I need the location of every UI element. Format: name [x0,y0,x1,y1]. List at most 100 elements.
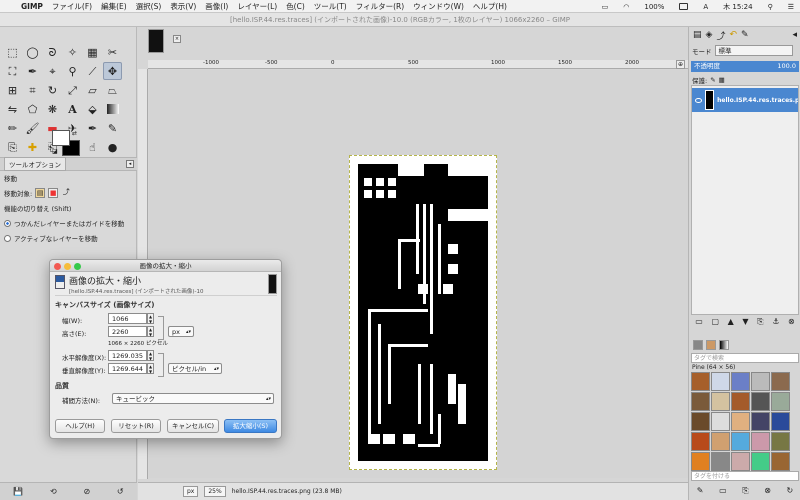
menu-help[interactable]: ヘルプ(H) [473,1,507,12]
scissors-icon[interactable]: ✂ [103,43,122,61]
eye-icon[interactable] [695,97,702,103]
layer-item[interactable]: hello.ISP.44.res.traces.pn [692,88,798,112]
clone-icon[interactable]: ⎘ [3,138,22,156]
radio-active-layer[interactable]: アクティブなレイヤーを移動 [4,233,124,243]
search-icon[interactable]: ⚲ [768,3,773,11]
radio-active-layer-dot[interactable] [4,234,11,242]
foreground-select-icon[interactable]: ⛶ [3,62,22,80]
scale-icon[interactable]: ⤢ [63,81,82,99]
menu-tools[interactable]: ツール(T) [314,1,347,12]
new-group-icon[interactable]: ▢ [711,317,719,331]
cancel-button[interactable]: キャンセル(C) [167,419,219,433]
menu-select[interactable]: 選択(S) [136,1,162,12]
ellipse-select-icon[interactable]: ◯ [23,43,42,61]
image-canvas[interactable] [349,155,497,470]
new-pattern-icon[interactable]: ▭ [719,486,727,500]
pattern-item[interactable] [751,372,770,391]
pattern-item[interactable] [711,432,730,451]
perspective-icon[interactable]: ⏢ [103,81,122,99]
rect-select-icon[interactable]: ⬚ [3,43,22,61]
menu-view[interactable]: 表示(V) [170,1,196,12]
refresh-pattern-icon[interactable]: ↻ [786,486,793,500]
menu-edit[interactable]: 編集(E) [101,1,127,12]
tab-tool-options[interactable]: ツールオプション [4,157,66,171]
pattern-item[interactable] [731,372,750,391]
lower-layer-icon[interactable]: ▼ [742,317,748,331]
delete-pattern-icon[interactable]: ⊗ [764,486,771,500]
color-select-icon[interactable]: ▦ [83,43,102,61]
pattern-item[interactable] [711,412,730,431]
pattern-item[interactable] [691,412,710,431]
zoom-select[interactable]: 25% [204,486,226,497]
pattern-item[interactable] [711,452,730,471]
zoom-fit-icon[interactable]: ⊕ [676,60,685,69]
zoom-window-button[interactable] [74,263,81,270]
pencil-icon[interactable]: ✏ [3,119,22,137]
minimize-window-button[interactable] [64,263,71,270]
layer-name[interactable]: hello.ISP.44.res.traces.pn [717,97,798,104]
color-picker-icon[interactable]: ⌖ [43,62,62,80]
brushes-tab-icon[interactable] [693,340,703,350]
brush-tab-icon[interactable]: ✎ [741,30,749,40]
input-mode-indicator[interactable]: A [703,3,708,11]
edit-pattern-icon[interactable]: ✎ [697,486,704,500]
pattern-item[interactable] [711,392,730,411]
yres-stepper[interactable]: ▲ ▼ [147,363,154,374]
width-field[interactable]: 1066 [108,313,147,324]
dock-menu-icon[interactable]: ◂ [792,30,797,40]
rotate-icon[interactable]: ↻ [43,81,62,99]
width-stepper[interactable]: ▲ ▼ [147,313,154,324]
app-menu[interactable]: GIMP [21,2,43,11]
dodge-burn-icon[interactable]: ● [103,138,122,156]
interpolation-select[interactable]: キュービック ▴▾ [112,393,274,404]
ink-icon[interactable]: ✒ [83,119,102,137]
selection-target-icon[interactable]: ■ [48,188,59,198]
pattern-item[interactable] [771,372,790,391]
crop-icon[interactable]: ⌗ [23,81,42,99]
pattern-item[interactable] [711,372,730,391]
pattern-item[interactable] [731,432,750,451]
pattern-item[interactable] [751,432,770,451]
new-layer-icon[interactable]: ▭ [695,317,703,331]
heal-icon[interactable]: ✚ [23,138,42,156]
zoom-icon[interactable]: ⚲ [63,62,82,80]
opacity-value[interactable]: 100.0 [777,61,796,72]
layers-tab-icon[interactable]: ▤ [693,30,702,40]
scale-button[interactable]: 拡大縮小(S) [224,419,277,433]
screen-icon[interactable]: ▭ [602,3,609,11]
menu-list-icon[interactable]: ☰ [788,3,794,11]
flip-icon[interactable]: ⇋ [3,100,22,118]
paintbrush-icon[interactable]: 🖌 [23,119,42,137]
pattern-item[interactable] [691,372,710,391]
bucket-fill-icon[interactable]: ⬙ [83,100,102,118]
fuzzy-select-icon[interactable]: ✧ [63,43,82,61]
mode-select[interactable]: 標準 [714,45,793,56]
warp-icon[interactable]: ❋ [43,100,62,118]
reset-options-icon[interactable]: ↺ [117,487,124,496]
tag-filter-input[interactable]: タグで検索 [691,353,799,363]
cage-icon[interactable]: ⬠ [23,100,42,118]
foreground-color-swatch[interactable] [52,130,70,146]
pattern-item[interactable] [691,432,710,451]
lock-alpha-icon[interactable]: ▦ [719,76,725,84]
menu-filters[interactable]: フィルター(R) [356,1,404,12]
height-stepper[interactable]: ▲ ▼ [147,326,154,337]
wifi-icon[interactable]: ◠ [623,3,629,11]
smudge-icon[interactable]: ☝ [83,138,102,156]
paths-tab-icon[interactable]: ⤴ [716,29,725,42]
chain-link-icon[interactable] [158,316,164,340]
tab-menu-icon[interactable]: ◂ [126,160,134,168]
pattern-item[interactable] [731,412,750,431]
height-field[interactable]: 2260 [108,326,147,337]
pattern-item[interactable] [771,392,790,411]
restore-options-icon[interactable]: ⟲ [50,487,57,496]
channels-tab-icon[interactable]: ◈ [706,30,713,40]
radio-pick-layer[interactable]: つかんだレイヤーまたはガイドを移動 [4,218,124,228]
clock[interactable]: 木 15:24 [723,2,752,12]
reset-colors-icon[interactable]: ◪ [52,148,58,155]
shear-icon[interactable]: ▱ [83,81,102,99]
paths-icon[interactable]: ✒ [23,62,42,80]
opacity-slider[interactable]: 不透明度 100.0 [691,61,799,72]
move-icon[interactable]: ✥ [103,62,122,80]
mypaint-brush-icon[interactable]: ✎ [103,119,122,137]
